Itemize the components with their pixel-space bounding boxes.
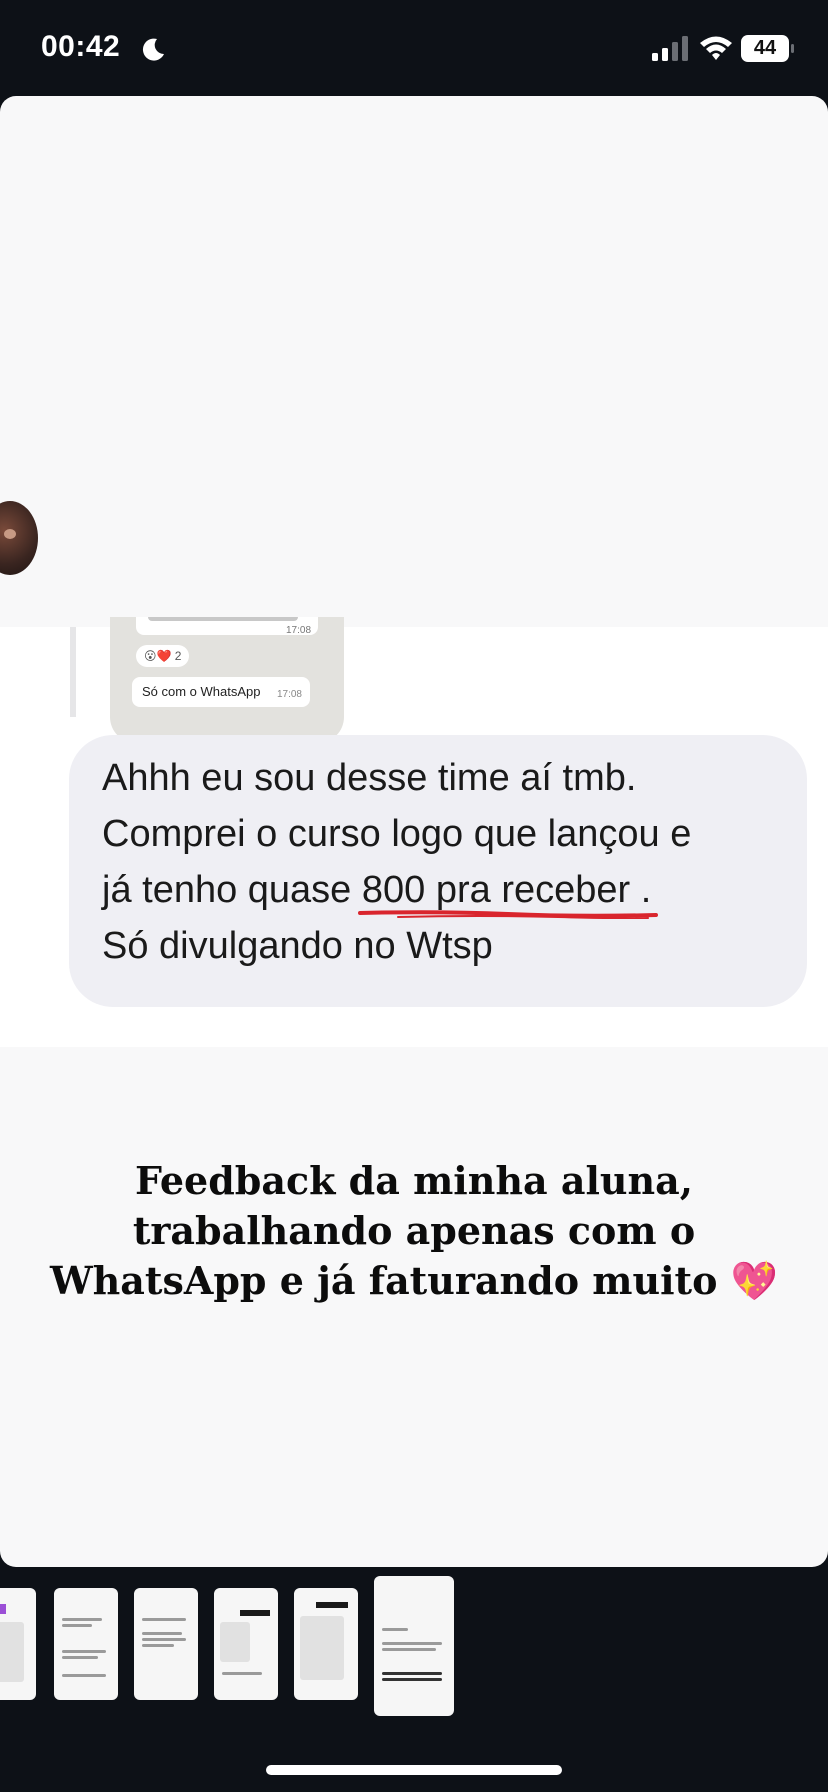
thumbnail-line: [62, 1618, 102, 1621]
thumbnail-line: [62, 1674, 106, 1677]
thumbnail-block: [300, 1616, 344, 1680]
quoted-whatsapp-screenshot: 17:08 😮❤️ 2 Só com o WhatsApp 17:08: [110, 617, 344, 743]
status-time: 00:42: [41, 30, 121, 63]
thumbnail-accent: [0, 1604, 6, 1614]
sender-avatar: [0, 501, 38, 575]
thumbnail-line: [382, 1678, 442, 1681]
reaction-emojis: 😮❤️: [144, 649, 172, 663]
message-line-2: Comprei o curso logo que lançou e: [102, 813, 692, 855]
thumbnail-line: [142, 1618, 186, 1621]
message-line-1: Ahhh eu sou desse time aí tmb.: [102, 757, 637, 799]
thumbnail-line: [222, 1672, 262, 1675]
story-thumbnail[interactable]: [54, 1588, 118, 1700]
red-underline: [357, 910, 658, 919]
caption-line-1: Feedback da minha aluna,: [134, 1158, 694, 1203]
sparkling-heart-icon: 💖: [730, 1259, 779, 1303]
message-bubble: Ahhh eu sou desse time aí tmb. Comprei o…: [69, 735, 807, 1007]
thumbnail-line: [62, 1650, 106, 1653]
message-line-3-prefix: já tenho quase: [102, 869, 362, 911]
avatar-detail: [4, 529, 16, 539]
quoted-partial-text: [148, 617, 298, 621]
battery-level: 44: [753, 37, 777, 59]
story-thumbnail-strip: [0, 1576, 828, 1716]
story-thumbnail[interactable]: [294, 1588, 358, 1700]
signal-icon: [652, 36, 688, 61]
chat-screenshot: 17:08 😮❤️ 2 Só com o WhatsApp 17:08 Ahhh…: [0, 617, 828, 1047]
thumbnail-dark-bar: [316, 1602, 348, 1608]
story-thumbnail[interactable]: [134, 1588, 198, 1700]
thumbnail-line: [382, 1648, 436, 1651]
caption-line-3-text: WhatsApp e já faturando muito: [49, 1258, 718, 1303]
thumbnail-dark-bar: [240, 1610, 270, 1616]
home-indicator[interactable]: [266, 1765, 562, 1775]
caption-line-2: trabalhando apenas com o: [132, 1208, 696, 1253]
message-line-4: Só divulgando no Wtsp: [102, 925, 493, 967]
status-bar: 00:42 44: [0, 0, 828, 96]
story-card[interactable]: 17:08 😮❤️ 2 Só com o WhatsApp 17:08 Ahhh…: [0, 96, 828, 1567]
thumbnail-line: [382, 1672, 442, 1675]
story-thumbnail-active[interactable]: [374, 1576, 454, 1716]
thumbnail-block: [0, 1622, 24, 1682]
reply-indicator-line: [70, 627, 76, 717]
reaction-count: 2: [174, 649, 182, 663]
thumbnail-line: [142, 1638, 186, 1641]
story-caption: Feedback da minha aluna, trabalhando ape…: [0, 1156, 828, 1306]
quoted-message-time: 17:08: [276, 689, 302, 700]
highlighted-amount-text: 800 pra receber: [361, 869, 631, 911]
wifi-icon: [700, 36, 732, 60]
quoted-partial-time: 17:08: [286, 625, 312, 636]
thumbnail-line: [382, 1642, 442, 1645]
message-line-3: já tenho quase 800 pra receber .: [102, 869, 658, 919]
thumbnail-line: [142, 1632, 182, 1635]
quoted-partial-message: 17:08: [136, 617, 318, 636]
thumbnail-line: [382, 1628, 408, 1631]
quoted-reactions: 😮❤️ 2: [136, 645, 190, 667]
story-thumbnail[interactable]: [214, 1588, 278, 1700]
caption-line-3: WhatsApp e já faturando muito 💖: [0, 1256, 828, 1306]
thumbnail-block: [220, 1622, 250, 1662]
thumbnail-line: [62, 1656, 98, 1659]
story-thumbnail[interactable]: [0, 1588, 36, 1700]
message-line-3-suffix: .: [630, 869, 652, 911]
quoted-message: Só com o WhatsApp 17:08: [132, 677, 310, 707]
thumbnail-line: [142, 1644, 174, 1647]
quoted-message-text: Só com o WhatsApp: [142, 684, 261, 699]
moon-icon: [142, 38, 164, 61]
highlighted-amount: 800 pra receber: [357, 869, 658, 919]
thumbnail-line: [62, 1624, 92, 1627]
